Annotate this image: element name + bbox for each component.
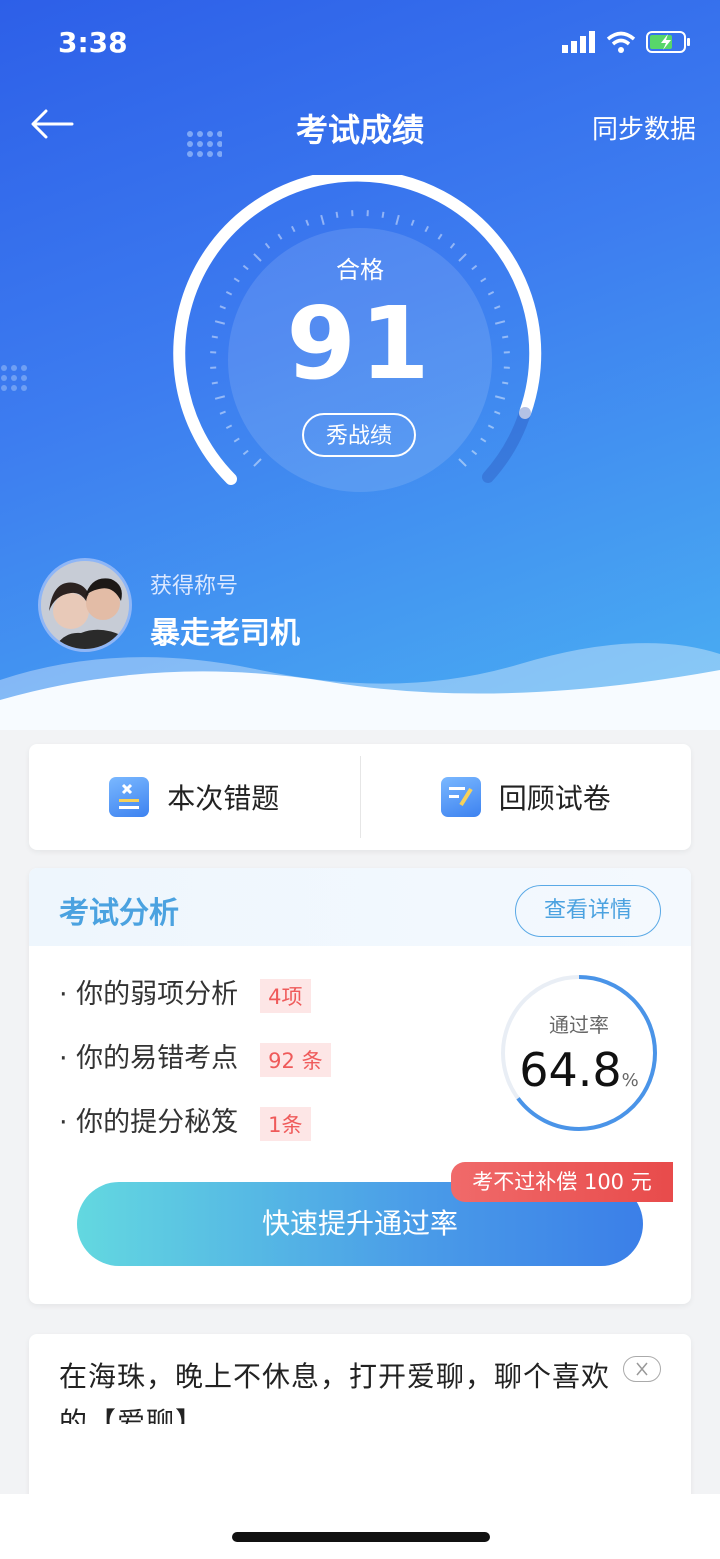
ad-text: 在海珠，晚上不休息，打开爱聊，聊个喜欢的【爱聊】 <box>59 1360 611 1424</box>
view-details-button[interactable]: 查看详情 <box>515 885 661 937</box>
wrong-questions-label: 本次错题 <box>167 782 280 815</box>
ad-card[interactable]: 在海珠，晚上不休息，打开爱聊，聊个喜欢的【爱聊】 <box>29 1334 691 1514</box>
wrong-questions-icon <box>109 777 150 817</box>
sync-data-button[interactable]: 同步数据 <box>592 109 696 146</box>
status-bar: 3:38 <box>0 0 720 90</box>
dots-decoration-icon <box>1 365 27 391</box>
compensation-badge: 考不过补偿 100 元 <box>451 1162 673 1202</box>
analysis-item-tips[interactable]: · 你的提分秘笈 1条 <box>59 1100 311 1141</box>
signal-icon <box>562 31 595 53</box>
exam-analysis-card: 考试分析 查看详情 · 你的弱项分析 4项 · 你的易错考点 92 条 · 你的提分… <box>29 868 691 1304</box>
avatar <box>38 558 132 652</box>
pass-status: 合格 <box>336 256 384 284</box>
pass-rate-number: 64.8 <box>519 1043 622 1097</box>
status-time: 3:38 <box>58 26 128 59</box>
review-paper-label: 回顾试卷 <box>498 782 611 815</box>
analysis-item-label: · 你的易错考点 <box>59 1043 239 1074</box>
analysis-item-tag: 92 条 <box>260 1042 331 1077</box>
battery-icon <box>646 31 690 53</box>
share-score-button[interactable]: 秀战绩 <box>302 413 416 457</box>
home-indicator <box>232 1532 490 1542</box>
analysis-header: 考试分析 查看详情 <box>29 868 691 946</box>
analysis-item-label: · 你的提分秘笈 <box>59 1107 239 1138</box>
review-paper-icon <box>440 777 481 817</box>
navigation-bar: 考试成绩 同步数据 <box>0 95 720 159</box>
bottom-bar <box>0 1494 720 1559</box>
analysis-title: 考试分析 <box>59 896 179 931</box>
analysis-item-errors[interactable]: · 你的易错考点 92 条 <box>59 1036 331 1077</box>
pass-rate-label: 通过率 <box>549 1013 609 1037</box>
wifi-icon <box>606 31 636 53</box>
pass-rate-unit: % <box>621 1070 639 1091</box>
analysis-item-label: · 你的弱项分析 <box>59 979 239 1010</box>
hero-header: 3:38 考试成绩 同步数据 合格 91 秀战绩 获得称号 暴走老司机 <box>0 0 720 730</box>
pass-rate-value: 64.8% <box>499 1043 659 1097</box>
wave-decoration-icon <box>0 643 720 730</box>
title-label: 获得称号 <box>150 574 239 599</box>
analysis-item-tag: 1条 <box>260 1106 311 1141</box>
avatar-photo-icon <box>41 561 129 649</box>
close-icon[interactable] <box>623 1356 661 1382</box>
analysis-item-tag: 4项 <box>260 978 311 1013</box>
analysis-item-weak[interactable]: · 你的弱项分析 4项 <box>59 972 311 1013</box>
wrong-questions-button[interactable]: 本次错题 <box>29 744 360 850</box>
review-paper-button[interactable]: 回顾试卷 <box>361 744 692 850</box>
quick-actions-card: 本次错题 回顾试卷 <box>29 744 691 850</box>
score-gauge: 合格 91 秀战绩 <box>170 169 550 495</box>
pass-rate-ring: 通过率 64.8% <box>499 973 659 1133</box>
score-value: 91 <box>286 285 434 402</box>
